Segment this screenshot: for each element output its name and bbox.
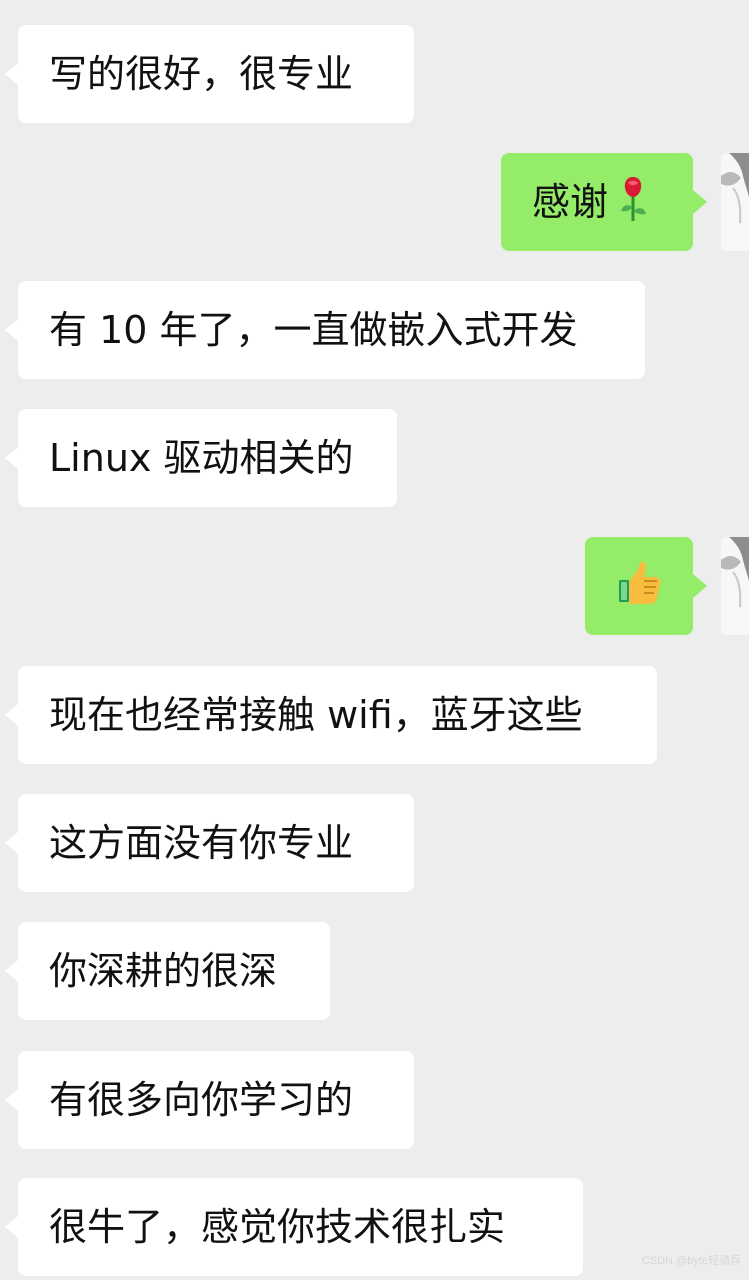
bubble-tail xyxy=(693,574,707,598)
message-text: 有很多向你学习的 xyxy=(49,1078,354,1122)
message-incoming[interactable]: 写的很好，很专业 xyxy=(0,25,749,123)
message-bubble[interactable] xyxy=(585,537,693,635)
message-text: 很牛了，感觉你技术很扎实 xyxy=(49,1205,506,1249)
message-bubble[interactable]: 有 10 年了，一直做嵌入式开发 xyxy=(18,281,645,379)
message-bubble[interactable]: 很牛了，感觉你技术很扎实 xyxy=(18,1178,583,1276)
message-outgoing[interactable] xyxy=(0,537,749,635)
message-text: 感谢 xyxy=(532,180,609,224)
bubble-tail xyxy=(5,1215,19,1239)
message-incoming[interactable]: 很牛了，感觉你技术很扎实 xyxy=(0,1178,749,1276)
message-bubble[interactable]: 写的很好，很专业 xyxy=(18,25,414,123)
thumbs-up-icon xyxy=(616,560,662,612)
message-bubble[interactable]: 这方面没有你专业 xyxy=(18,794,414,892)
message-text: 现在也经常接触 wifi，蓝牙这些 xyxy=(49,693,583,737)
message-text: 这方面没有你专业 xyxy=(49,821,354,865)
rose-icon xyxy=(618,175,648,229)
message-bubble[interactable]: 现在也经常接触 wifi，蓝牙这些 xyxy=(18,666,657,764)
bubble-tail xyxy=(5,318,19,342)
message-text: 写的很好，很专业 xyxy=(49,52,354,96)
bubble-tail xyxy=(5,62,19,86)
message-bubble[interactable]: 你深耕的很深 xyxy=(18,922,330,1020)
chat-window: 写的很好，很专业 感谢 有 10 年了，一直做嵌入式开发 Linux 驱动相关的… xyxy=(0,0,749,1280)
bubble-tail xyxy=(5,703,19,727)
avatar[interactable] xyxy=(721,537,749,635)
message-bubble[interactable]: 有很多向你学习的 xyxy=(18,1051,414,1149)
message-text: 有 10 年了，一直做嵌入式开发 xyxy=(49,308,578,352)
bubble-tail xyxy=(693,190,707,214)
message-incoming[interactable]: 现在也经常接触 wifi，蓝牙这些 xyxy=(0,666,749,764)
message-incoming[interactable]: 有很多向你学习的 xyxy=(0,1051,749,1149)
message-text: 你深耕的很深 xyxy=(49,949,278,993)
message-incoming[interactable]: Linux 驱动相关的 xyxy=(0,409,749,507)
bubble-tail xyxy=(5,831,19,855)
message-outgoing[interactable]: 感谢 xyxy=(0,153,749,251)
watermark: CSDN @byte轻骑兵 xyxy=(641,1255,741,1267)
bubble-tail xyxy=(5,1088,19,1112)
bubble-tail xyxy=(5,446,19,470)
message-incoming[interactable]: 有 10 年了，一直做嵌入式开发 xyxy=(0,281,749,379)
message-text: Linux 驱动相关的 xyxy=(49,436,354,480)
message-bubble[interactable]: Linux 驱动相关的 xyxy=(18,409,397,507)
message-incoming[interactable]: 你深耕的很深 xyxy=(0,922,749,1020)
bubble-tail xyxy=(5,959,19,983)
message-incoming[interactable]: 这方面没有你专业 xyxy=(0,794,749,892)
message-bubble[interactable]: 感谢 xyxy=(501,153,693,251)
avatar[interactable] xyxy=(721,153,749,251)
